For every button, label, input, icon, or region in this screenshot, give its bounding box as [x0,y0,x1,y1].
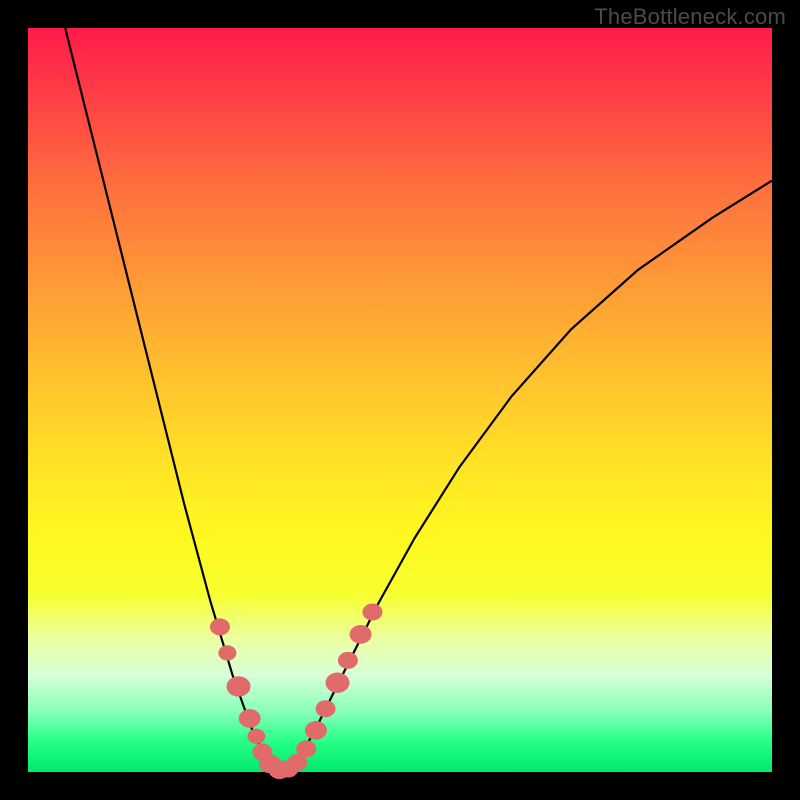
curve-marker [326,673,350,693]
curve-marker [316,700,336,717]
curve-marker [305,721,327,740]
plot-area [28,28,772,772]
curve-marker [210,618,230,635]
curve-marker [247,729,265,744]
curve-marker [362,604,382,621]
curve-marker [227,676,251,696]
watermark-text: TheBottleneck.com [594,4,786,30]
curve-marker [338,652,358,669]
plot-svg [28,28,772,772]
bottleneck-curve [65,28,772,771]
chart-frame: TheBottleneck.com [0,0,800,800]
curve-marker [350,625,372,644]
curve-marker [218,645,236,660]
curve-markers [210,604,383,780]
curve-marker [239,709,261,728]
curve-marker [296,740,316,757]
